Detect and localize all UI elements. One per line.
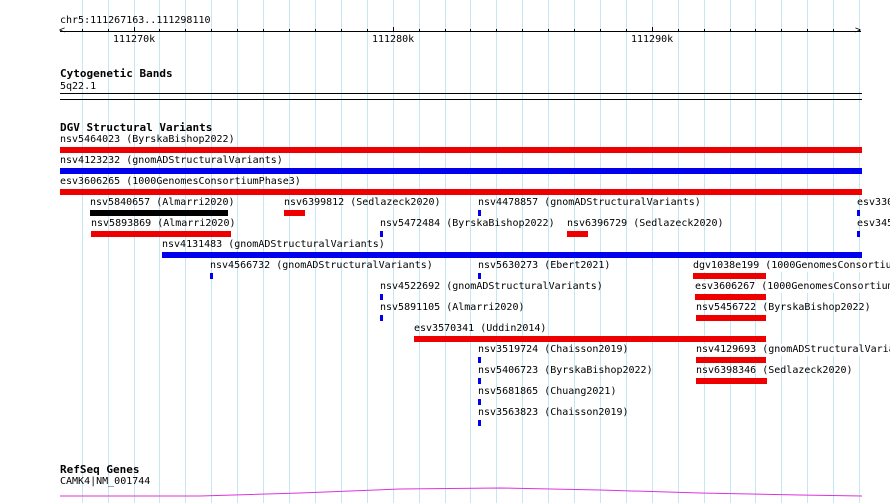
- variant-bar[interactable]: [696, 378, 767, 384]
- variant-label[interactable]: nsv4123232 (gnomADStructuralVariants): [60, 155, 283, 167]
- cytoband-line-top: [60, 93, 862, 94]
- refseq-track-title[interactable]: RefSeq Genes: [60, 463, 139, 476]
- ruler-tick: [211, 29, 212, 32]
- ruler-tick-label: 111280k: [372, 34, 415, 45]
- location-label: chr5:111267163..111298110: [60, 15, 211, 26]
- variant-bar[interactable]: [695, 294, 766, 300]
- ruler-tick: [574, 29, 575, 32]
- ruler-tick: [755, 29, 756, 32]
- variant-bar[interactable]: [696, 315, 766, 321]
- cytoband-label: 5q22.1: [60, 81, 97, 92]
- variant-label[interactable]: nsv5630273 (Ebert2021): [478, 260, 610, 272]
- ruler-tick: [82, 29, 83, 32]
- genome-browser-view[interactable]: chr5:111267163..111298110 < > 111270k111…: [0, 0, 890, 503]
- gene-intron-line[interactable]: [60, 487, 863, 497]
- variant-label[interactable]: nsv4129693 (gnomADStructuralVaria: [696, 344, 890, 356]
- variant-label[interactable]: nsv5464023 (ByrskaBishop2022): [60, 134, 235, 146]
- ruler-tick: [263, 29, 264, 32]
- variant-label[interactable]: nsv6398346 (Sedlazeck2020): [696, 365, 853, 377]
- ruler-tick: [185, 29, 186, 32]
- variant-bar[interactable]: [380, 294, 383, 300]
- ruler-tick: [730, 29, 731, 32]
- variant-bar[interactable]: [414, 336, 766, 342]
- ruler-tick: [289, 29, 290, 32]
- ruler-tick: [626, 29, 627, 32]
- ruler-tick: [393, 27, 394, 32]
- ruler-tick: [108, 29, 109, 32]
- variant-label[interactable]: nsv5681865 (Chuang2021): [478, 386, 616, 398]
- ruler-tick: [237, 29, 238, 32]
- ruler-tick: [445, 29, 446, 32]
- variant-bar[interactable]: [857, 231, 860, 237]
- ruler-tick: [807, 29, 808, 32]
- ruler-tick: [600, 29, 601, 32]
- variant-bar[interactable]: [693, 273, 766, 279]
- variant-bar[interactable]: [210, 273, 213, 279]
- variant-bar[interactable]: [284, 210, 305, 216]
- variant-bar[interactable]: [91, 231, 231, 237]
- ruler-tick: [134, 27, 135, 32]
- variant-label[interactable]: esv3606267 (1000GenomesConsortium: [695, 281, 890, 293]
- ruler-tick: [678, 29, 679, 32]
- variant-bar[interactable]: [478, 378, 481, 384]
- ruler-tick: [833, 29, 834, 32]
- ruler-tick-label: 111270k: [113, 34, 156, 45]
- ruler-tick: [496, 29, 497, 32]
- variant-bar[interactable]: [90, 210, 228, 216]
- variant-bar[interactable]: [60, 168, 862, 174]
- variant-bar[interactable]: [696, 357, 766, 363]
- variant-bar[interactable]: [60, 189, 862, 195]
- variant-label[interactable]: dgv1038e199 (1000GenomesConsortiu: [693, 260, 890, 272]
- variant-bar[interactable]: [567, 231, 588, 237]
- variant-label[interactable]: esv330: [857, 197, 890, 209]
- dgv-track-title[interactable]: DGV Structural Variants: [60, 121, 212, 134]
- ruler-tick: [522, 29, 523, 32]
- ruler-tick: [341, 29, 342, 32]
- variant-label[interactable]: nsv5472484 (ByrskaBishop2022): [380, 218, 555, 230]
- variant-label[interactable]: esv345: [857, 218, 890, 230]
- ruler-tick: [315, 29, 316, 32]
- ruler-left-arrow-icon[interactable]: <: [59, 25, 65, 37]
- variant-bar[interactable]: [478, 399, 481, 405]
- variant-label[interactable]: esv3570341 (Uddin2014): [414, 323, 546, 335]
- variant-label[interactable]: nsv3519724 (Chaisson2019): [478, 344, 629, 356]
- variant-bar[interactable]: [857, 210, 860, 216]
- variant-bar[interactable]: [478, 420, 481, 426]
- variant-label[interactable]: nsv5406723 (ByrskaBishop2022): [478, 365, 653, 377]
- variant-bar[interactable]: [478, 273, 481, 279]
- cytoband-track-title[interactable]: Cytogenetic Bands: [60, 67, 173, 80]
- variant-label[interactable]: nsv5891105 (Almarri2020): [380, 302, 525, 314]
- ruler-tick: [781, 29, 782, 32]
- ruler-tick: [652, 27, 653, 32]
- ruler-tick: [367, 29, 368, 32]
- variant-label[interactable]: nsv4131483 (gnomADStructuralVariants): [162, 239, 385, 251]
- cytoband-line-bottom: [60, 99, 862, 100]
- variant-bar[interactable]: [478, 357, 481, 363]
- ruler-tick: [419, 29, 420, 32]
- ruler-tick: [859, 29, 860, 32]
- ruler-axis: [60, 31, 861, 32]
- ruler-tick: [159, 29, 160, 32]
- variant-bar[interactable]: [380, 315, 383, 321]
- variant-label[interactable]: nsv4522692 (gnomADStructuralVariants): [380, 281, 603, 293]
- variant-label[interactable]: esv3606265 (1000GenomesConsortiumPhase3): [60, 176, 301, 188]
- variant-label[interactable]: nsv4478857 (gnomADStructuralVariants): [478, 197, 701, 209]
- variant-label[interactable]: nsv4566732 (gnomADStructuralVariants): [210, 260, 433, 272]
- variant-label[interactable]: nsv3563823 (Chaisson2019): [478, 407, 629, 419]
- variant-bar[interactable]: [478, 210, 481, 216]
- variant-bar[interactable]: [380, 231, 383, 237]
- ruler-tick: [548, 29, 549, 32]
- ruler-tick-label: 111290k: [631, 34, 674, 45]
- variant-label[interactable]: nsv5840657 (Almarri2020): [90, 197, 235, 209]
- variant-label[interactable]: nsv5456722 (ByrskaBishop2022): [696, 302, 871, 314]
- variant-bar[interactable]: [60, 147, 862, 153]
- ruler-tick: [470, 29, 471, 32]
- ruler-tick: [704, 29, 705, 32]
- variant-label[interactable]: nsv6396729 (Sedlazeck2020): [567, 218, 724, 230]
- variant-label[interactable]: nsv5893869 (Almarri2020): [91, 218, 236, 230]
- gene-model[interactable]: [0, 484, 890, 503]
- variant-bar[interactable]: [162, 252, 862, 258]
- variant-label[interactable]: nsv6399812 (Sedlazeck2020): [284, 197, 441, 209]
